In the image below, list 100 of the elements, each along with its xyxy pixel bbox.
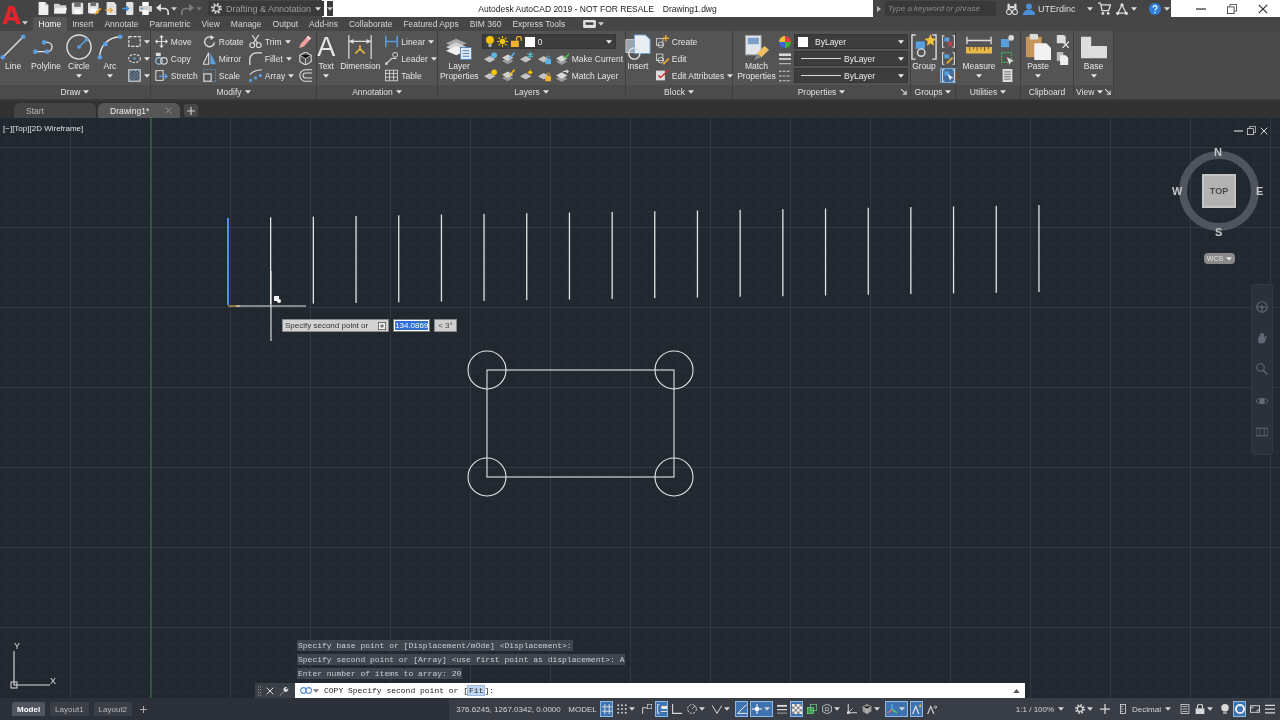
ribbon-tab[interactable]: Featured Apps	[397, 17, 465, 31]
layer-dropdown[interactable]: 0	[481, 34, 616, 49]
panel-menu-button[interactable]: Utilities	[967, 85, 1009, 99]
viewcube-face[interactable]: TOP	[1202, 174, 1236, 208]
binoculars-icon[interactable]	[1006, 2, 1018, 15]
ribbon-tab[interactable]: Annotate	[98, 17, 144, 31]
ribbon-button[interactable]: Arc	[94, 34, 125, 78]
ribbon-tab[interactable]: Insert	[66, 17, 99, 31]
ribbon-button[interactable]	[499, 51, 517, 66]
compass-label[interactable]: N	[1214, 146, 1222, 158]
ribbon-button[interactable]	[125, 68, 152, 83]
grip-dots-icon[interactable]	[258, 685, 261, 696]
status-toggle-button[interactable]	[685, 701, 708, 717]
ribbon-button[interactable]: Linear	[383, 34, 436, 49]
ribbon-tab[interactable]: Collaborate	[343, 17, 398, 31]
ribbon-button[interactable]: Rotate	[200, 34, 246, 49]
ribbon-button[interactable]: Copy	[152, 51, 193, 66]
ribbon-button[interactable]	[940, 34, 957, 49]
layout-tab[interactable]: Layout1	[50, 702, 89, 716]
ribbon-tab[interactable]: View	[196, 17, 226, 31]
status-toggle-button[interactable]	[1098, 701, 1112, 717]
ribbon-button[interactable]: Match Properties	[735, 34, 778, 81]
diagonal-arrow-icon[interactable]	[901, 89, 907, 95]
layout-tab[interactable]: Layout2	[93, 702, 133, 716]
model-space-button[interactable]: MODEL	[567, 701, 598, 717]
layout-tab[interactable]: Model	[12, 702, 46, 716]
status-toggle-button[interactable]	[885, 701, 908, 717]
status-toggle-button[interactable]	[845, 701, 858, 717]
panel-menu-button[interactable]: Properties	[795, 85, 848, 99]
ribbon-button[interactable]	[499, 68, 517, 83]
ribbon-button[interactable]: Array	[246, 68, 297, 83]
property-dropdown[interactable]: ByLayer	[794, 68, 908, 83]
status-toggle-button[interactable]	[1233, 701, 1246, 717]
status-toggle-button[interactable]	[820, 701, 843, 717]
ribbon-button[interactable]	[1054, 51, 1071, 66]
ribbon-button[interactable]: Create	[653, 34, 700, 49]
status-toggle-button[interactable]	[615, 701, 638, 717]
diagonal-arrow-icon[interactable]	[1105, 89, 1112, 95]
ribbon-button[interactable]	[998, 51, 1016, 66]
status-toggle-button[interactable]	[860, 701, 883, 717]
visual-style-menu-button[interactable]: [2D Wireframe]	[29, 124, 84, 133]
ribbon-button[interactable]	[297, 51, 315, 66]
ribbon-button[interactable]: Paste	[1023, 34, 1053, 78]
ribbon-button[interactable]: Dimension	[338, 34, 383, 72]
command-input-field[interactable]: COPY Specify second point or [Fit]:	[295, 683, 1025, 698]
status-toggle-button[interactable]	[655, 701, 668, 717]
quick-access-button[interactable]	[69, 1, 85, 16]
ribbon-tab[interactable]: BIM 360	[464, 17, 507, 31]
ribbon-tab[interactable]: Home	[33, 17, 67, 31]
quick-access-button[interactable]	[52, 1, 68, 16]
ribbon-button[interactable]: Edit	[653, 51, 689, 66]
color-dropdown[interactable]: ByLayer	[794, 34, 908, 49]
ribbon-tab[interactable]: Manage	[225, 17, 268, 31]
ribbon-tab[interactable]: Parametric	[144, 17, 197, 31]
panel-menu-button[interactable]: Draw	[58, 85, 92, 99]
compass-label[interactable]: E	[1256, 185, 1264, 197]
compass-label[interactable]: S	[1215, 226, 1223, 238]
shopping-cart-icon[interactable]	[1098, 2, 1111, 15]
viewport-menu-button[interactable]: [−]	[3, 124, 13, 133]
status-toggle-button[interactable]	[910, 701, 923, 717]
annotation-scale-button[interactable]: 1:1 / 100%	[1008, 701, 1072, 717]
view-menu-button[interactable]: [Top]	[12, 124, 30, 133]
ribbon-button[interactable]: Scale	[200, 68, 243, 83]
close-command-line-button[interactable]	[266, 686, 274, 695]
quick-access-button[interactable]	[137, 1, 153, 16]
panel-menu-button[interactable]: Block	[662, 85, 696, 99]
quick-access-button[interactable]	[154, 1, 178, 16]
plus-square-icon[interactable]	[378, 321, 386, 330]
quick-access-button[interactable]	[120, 1, 136, 16]
recent-commands-button[interactable]	[300, 687, 319, 694]
ribbon-button[interactable]	[940, 51, 957, 66]
status-toggle-button[interactable]	[805, 701, 818, 717]
ribbon-button[interactable]	[125, 34, 152, 49]
panel-menu-button[interactable]: Modify	[214, 85, 253, 99]
ribbon-button[interactable]: Table	[383, 68, 424, 83]
file-tab[interactable]: Start	[14, 103, 96, 118]
ribbon-button[interactable]: Leader	[383, 51, 439, 66]
panel-menu-button[interactable]: View	[1074, 85, 1106, 99]
ribbon-tab[interactable]: Express Tools	[506, 17, 571, 31]
ribbon-button[interactable]: Group	[909, 34, 939, 72]
units-button[interactable]: Decimal	[1113, 701, 1176, 717]
ribbon-button[interactable]: Trim	[246, 34, 293, 49]
file-tab[interactable]: Drawing1*	[98, 103, 180, 118]
panel-menu-button[interactable]: Annotation	[350, 85, 404, 99]
new-tab-button[interactable]	[184, 104, 198, 117]
ribbon-button[interactable]: A Text	[315, 34, 338, 78]
ribbon-button[interactable]: Measure	[960, 34, 998, 78]
restore-icon[interactable]	[1247, 126, 1256, 135]
ribbon-button[interactable]: Line	[0, 34, 29, 72]
user-menu-button[interactable]: UTErdinc	[1022, 1, 1094, 16]
property-dropdown[interactable]: ByLayer	[794, 51, 908, 66]
ribbon-button[interactable]	[1054, 34, 1071, 49]
status-toggle-button[interactable]	[1193, 701, 1216, 717]
ribbon-button[interactable]: Match Layer	[553, 68, 621, 83]
status-toggle-button[interactable]	[1218, 701, 1231, 717]
ribbon-button[interactable]: Base	[1078, 34, 1109, 78]
distance-input[interactable]: 134.0869	[393, 319, 430, 332]
quick-access-button[interactable]	[103, 1, 119, 16]
autodesk-360-button[interactable]	[1115, 1, 1138, 16]
ribbon-button[interactable]	[125, 51, 152, 66]
